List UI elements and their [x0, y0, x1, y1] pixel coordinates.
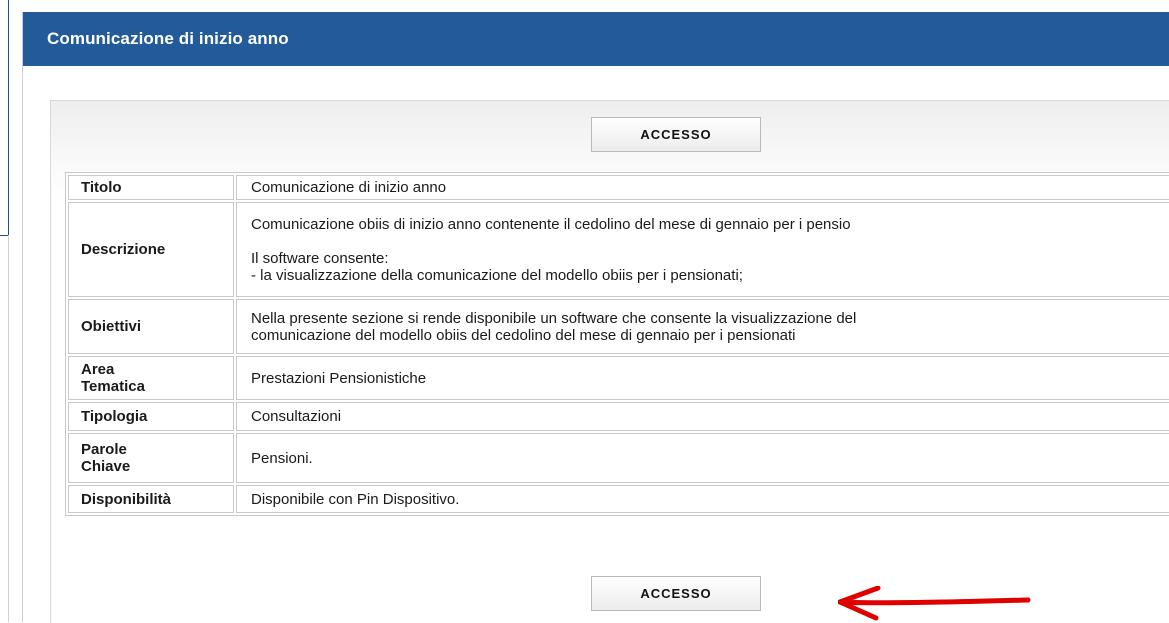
row-value-area-tematica: Prestazioni Pensionistiche	[236, 356, 1169, 400]
table-row-tipologia: Tipologia Consultazioni	[68, 402, 1169, 431]
row-value-titolo: Comunicazione di inizio anno	[236, 175, 1169, 200]
row-value-parole-chiave: Pensioni.	[236, 433, 1169, 483]
row-label-descrizione: Descrizione	[68, 202, 234, 297]
obiettivi-line-1: Nella presente sezione si rende disponib…	[251, 309, 857, 327]
descrizione-line-3: - la visualizzazione della comunicazione…	[251, 266, 743, 284]
descrizione-spacer	[251, 233, 1157, 250]
panel-header: Comunicazione di inizio anno	[23, 12, 1169, 66]
descrizione-line-1: Comunicazione obiis di inizio anno conte…	[251, 215, 851, 233]
table-row-disponibilita: Disponibilità Disponibile con Pin Dispos…	[68, 485, 1169, 513]
row-value-obiettivi: Nella presente sezione si rende disponib…	[236, 299, 1169, 354]
access-button-bottom[interactable]: ACCESSO	[591, 576, 761, 611]
area-tematica-label-line-2: Tematica	[81, 378, 145, 395]
access-button-top[interactable]: ACCESSO	[591, 117, 761, 152]
row-label-obiettivi: Obiettivi	[68, 299, 234, 354]
row-value-descrizione: Comunicazione obiis di inizio anno conte…	[236, 202, 1169, 297]
row-value-disponibilita: Disponibile con Pin Dispositivo.	[236, 485, 1169, 513]
left-sidebar-divider	[8, 235, 9, 622]
table-row-titolo: Titolo Comunicazione di inizio anno	[68, 175, 1169, 200]
page-title: Comunicazione di inizio anno	[47, 29, 289, 48]
row-label-area-tematica: Area Tematica	[68, 356, 234, 400]
row-label-parole-chiave: Parole Chiave	[68, 433, 234, 483]
table-row-descrizione: Descrizione Comunicazione obiis di inizi…	[68, 202, 1169, 297]
row-value-tipologia: Consultazioni	[236, 402, 1169, 431]
table-row-parole-chiave: Parole Chiave Pensioni.	[68, 433, 1169, 483]
service-info-table: Titolo Comunicazione di inizio anno Desc…	[65, 172, 1169, 516]
area-tematica-label-line-1: Area	[81, 361, 115, 378]
left-sidebar-edge	[0, 0, 22, 622]
row-label-titolo: Titolo	[68, 175, 234, 200]
red-arrow-icon	[838, 586, 1031, 621]
table-row-area-tematica: Area Tematica Prestazioni Pensionistiche	[68, 356, 1169, 400]
row-label-disponibilita: Disponibilità	[68, 485, 234, 513]
row-label-tipologia: Tipologia	[68, 402, 234, 431]
parole-chiave-label-line-1: Parole	[81, 441, 127, 458]
obiettivi-line-2: comunicazione del modello obiis del cedo…	[251, 326, 796, 344]
table-row-obiettivi: Obiettivi Nella presente sezione si rend…	[68, 299, 1169, 354]
left-sidebar-box	[0, 0, 9, 236]
parole-chiave-label-line-2: Chiave	[81, 458, 131, 475]
descrizione-line-2: Il software consente:	[251, 249, 389, 267]
